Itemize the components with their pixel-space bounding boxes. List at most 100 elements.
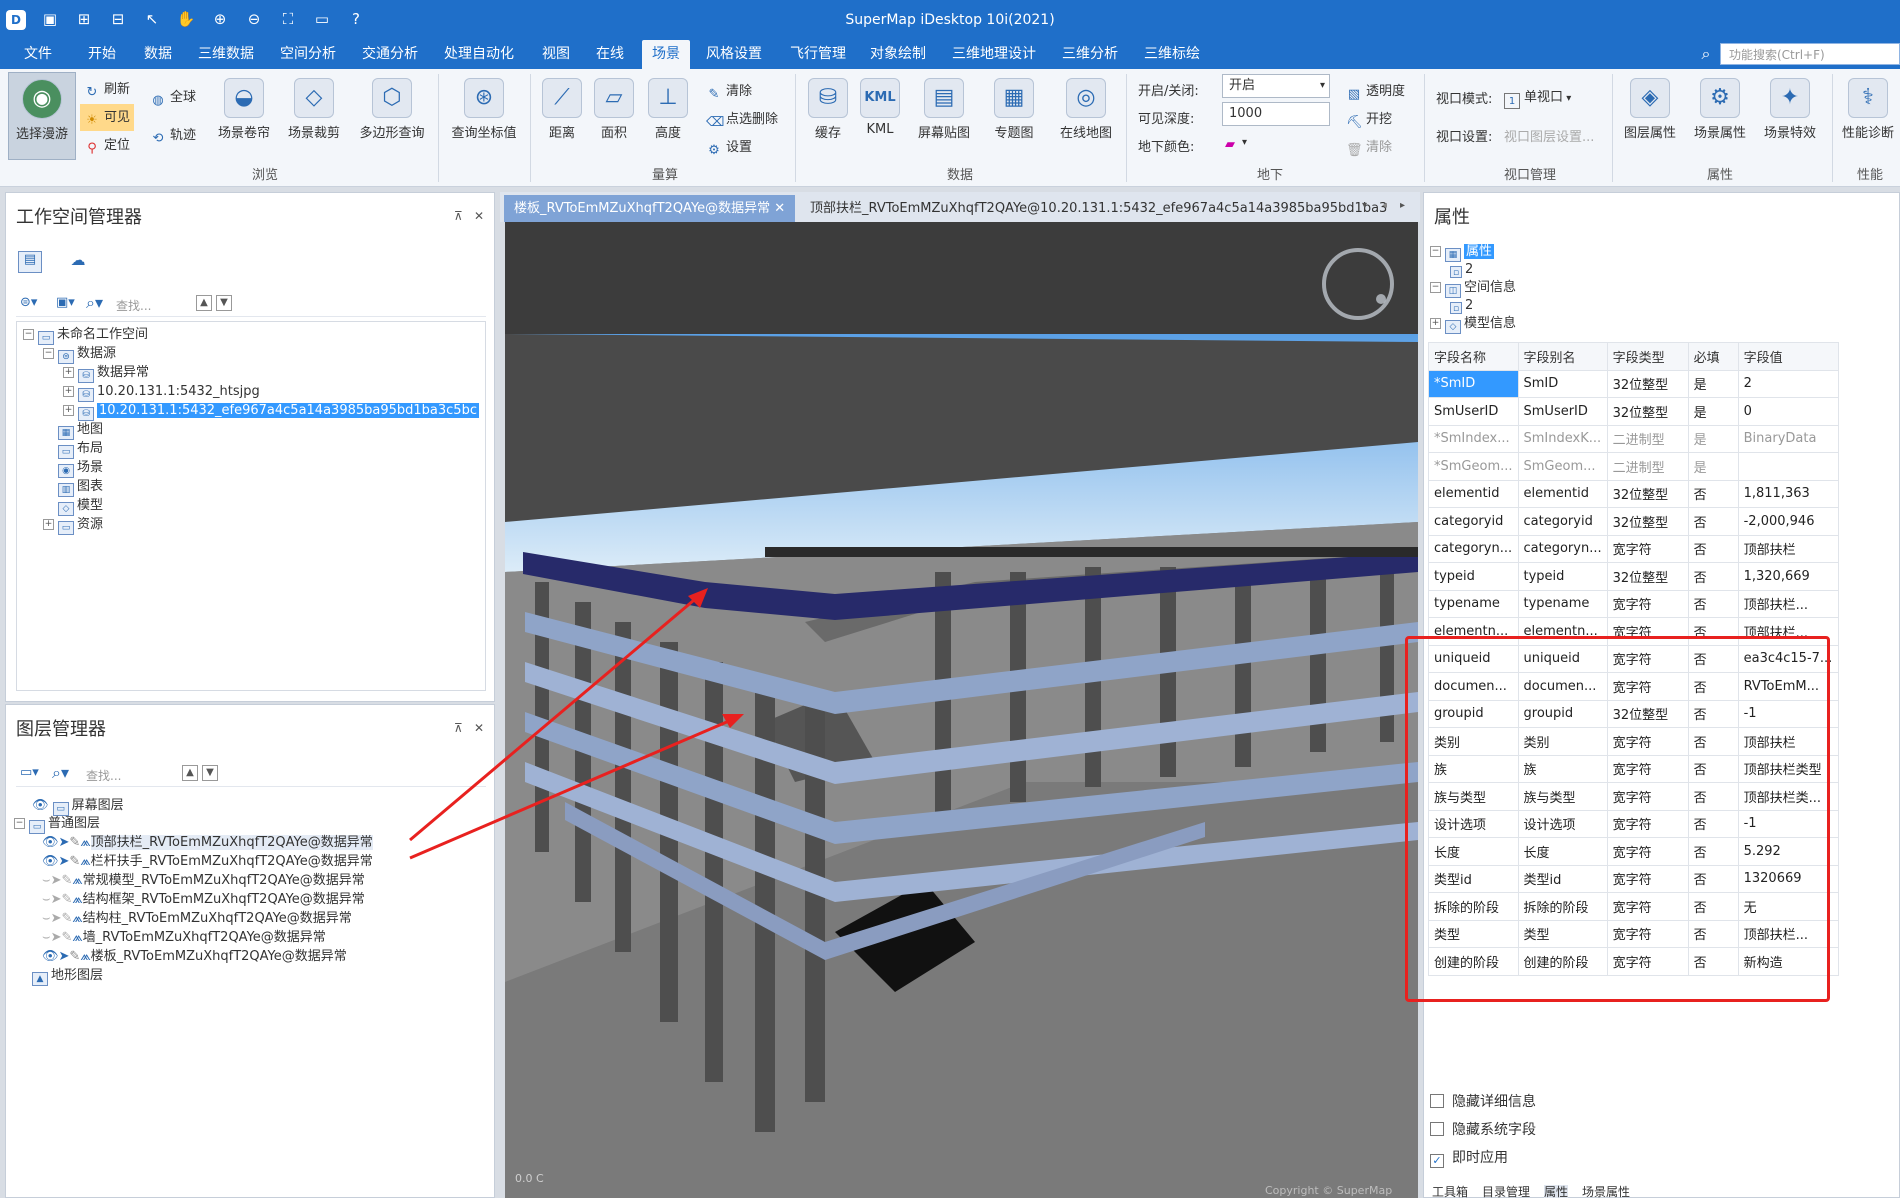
cell-field-value[interactable]: 顶部扶栏 (1737, 727, 1839, 756)
eye-icon[interactable]: 👁 (32, 798, 49, 813)
table-row[interactable]: 类型id 类型id 宽字符否 1320669 (1428, 864, 1839, 893)
checkbox-icon[interactable] (1430, 1094, 1444, 1108)
tab-prev-icon[interactable]: ◂ (1382, 200, 1387, 211)
close-icon[interactable]: ✕ (774, 201, 785, 216)
table-row[interactable]: 族与类型 族与类型 宽字符否顶部扶栏类... (1428, 782, 1839, 811)
col-field-name[interactable]: 字段名称 (1428, 342, 1519, 371)
layer-handrail[interactable]: 👁➤✎⩕栏杆扶手_RVToEmMZuXhqfT2QAYe@数据异常 (42, 853, 373, 871)
tree-maps[interactable]: ▦ 地图 (43, 421, 103, 440)
measure-clear-button[interactable]: ✎ 清除 (706, 80, 752, 103)
tree-scenes[interactable]: ◉ 场景 (43, 459, 103, 478)
add-layer-icon[interactable]: ▭▾ (20, 765, 39, 780)
menu-3d-plotting[interactable]: 三维标绘 (1140, 40, 1204, 69)
visible-button[interactable]: ☀ 可见 (80, 104, 135, 131)
pin-icon[interactable]: ⊼ (454, 209, 463, 223)
function-search-input[interactable]: 功能搜索(Ctrl+F) (1720, 43, 1900, 65)
full-extent-icon[interactable]: ⛶ (276, 8, 300, 30)
menu-online[interactable]: 在线 (592, 40, 628, 69)
layer-terrain[interactable]: ▲ 地形图层 (32, 967, 103, 986)
cell-field-value[interactable]: 5.292 (1737, 837, 1839, 866)
search-up-icon[interactable]: ▲ (196, 295, 212, 311)
collapse-icon[interactable]: − (1430, 246, 1441, 257)
scene-properties-button[interactable]: ⚙ 场景属性 (1688, 78, 1752, 141)
point-delete-button[interactable]: ⌫ 点选删除 (706, 108, 778, 131)
viewport-layer-settings[interactable]: 视口图层设置... (1504, 126, 1594, 145)
editable-icon[interactable]: ✎ (61, 930, 72, 945)
menu-view[interactable]: 视图 (538, 40, 574, 69)
expand-icon[interactable]: + (63, 367, 74, 378)
tree-models[interactable]: ◇ 模型 (43, 497, 103, 516)
open-folder-icon[interactable]: ▭ (310, 8, 334, 30)
cloud-workspace-icon[interactable]: ☁ (66, 251, 90, 273)
selectable-icon[interactable]: ➤ (51, 892, 62, 907)
search-up-icon[interactable]: ▲ (182, 765, 198, 781)
table-row[interactable]: 长度 长度 宽字符否 5.292 (1428, 837, 1839, 866)
table-row[interactable]: categoryid categoryid 32位整型否 -2,000,946 (1428, 507, 1839, 536)
cell-field-value[interactable]: 顶部扶栏... (1737, 589, 1839, 618)
prop-tree-attributes[interactable]: − ▦ 属性 (1430, 243, 1495, 262)
table-row[interactable]: *SmID SmID 32位整型是 2 (1428, 369, 1839, 398)
expand-icon[interactable]: + (63, 386, 74, 397)
cell-field-value[interactable]: 1320669 (1737, 864, 1839, 893)
eye-icon[interactable]: 👁 (42, 835, 59, 850)
collapse-icon[interactable]: − (43, 348, 54, 359)
table-row[interactable]: 族族宽字符否顶部扶栏类型 (1428, 754, 1839, 783)
zoom-out-icon[interactable]: ⊖ (242, 8, 266, 30)
search-icon[interactable]: ⌕▾ (86, 293, 103, 313)
query-coord-button[interactable]: ⊛ 查询坐标值 (446, 78, 522, 141)
menu-start[interactable]: 开始 (84, 40, 120, 69)
checkbox-checked-icon[interactable]: ✓ (1430, 1154, 1444, 1168)
col-field-value[interactable]: 字段值 (1737, 342, 1839, 371)
menu-style-settings[interactable]: 风格设置 (702, 40, 766, 69)
menu-scene[interactable]: 场景 (642, 40, 690, 69)
layer-floor[interactable]: 👁➤✎⩕楼板_RVToEmMZuXhqfT2QAYe@数据异常 (42, 948, 347, 966)
cell-field-value[interactable]: 1,320,669 (1737, 562, 1839, 591)
collapse-icon[interactable]: − (23, 329, 34, 340)
scene-viewport[interactable]: 0.0 C Copyright © SuperMap (505, 222, 1418, 1198)
close-icon[interactable]: ✕ (474, 721, 484, 735)
menu-file[interactable]: 文件 (20, 40, 56, 69)
selectable-icon[interactable]: ➤ (59, 949, 70, 964)
pointer-icon[interactable]: ↖ (140, 8, 164, 30)
collapse-icon[interactable]: − (1430, 282, 1441, 293)
polygon-query-button[interactable]: ⬡ 多边形查询 (352, 78, 432, 141)
cell-field-value[interactable]: 1,811,363 (1737, 479, 1839, 508)
menu-data[interactable]: 数据 (140, 40, 176, 69)
tab-floor-scene[interactable]: 楼板_RVToEmMZuXhqfT2QAYe@数据异常 ✕ (504, 195, 796, 222)
online-map-button[interactable]: ◎ 在线地图 (1054, 78, 1118, 141)
checkbox-icon[interactable] (1430, 1122, 1444, 1136)
editable-icon[interactable]: ✎ (61, 911, 72, 926)
layer-search-input[interactable]: 查找... (86, 767, 121, 784)
col-field-alias[interactable]: 字段别名 (1517, 342, 1608, 371)
scene-curtain-button[interactable]: ◒ 场景卷帘 (212, 78, 276, 141)
table-row[interactable]: typename typename 宽字符否顶部扶栏... (1428, 589, 1839, 618)
cell-field-value[interactable]: 顶部扶栏类... (1737, 782, 1839, 811)
table-row[interactable]: typeid typeid 32位整型否 1,320,669 (1428, 562, 1839, 591)
expand-icon[interactable]: + (43, 519, 54, 530)
layer-structural-frame[interactable]: ⌣➤✎⩕结构框架_RVToEmMZuXhqfT2QAYe@数据异常 (42, 891, 365, 909)
search-down-icon[interactable]: ▼ (216, 295, 232, 311)
layer-normal-group[interactable]: − ▭ 普通图层 (14, 815, 100, 834)
tree-workspace-root[interactable]: − ▭ 未命名工作空间 (23, 326, 148, 345)
scene-clip-button[interactable]: ◇ 场景裁剪 (282, 78, 346, 141)
menu-3d-analysis[interactable]: 三维分析 (1058, 40, 1122, 69)
cell-field-value[interactable]: BinaryData (1737, 424, 1839, 453)
option-checkbox-2[interactable]: ✓ 即时应用 (1430, 1147, 1508, 1168)
editable-icon[interactable]: ✎ (61, 892, 72, 907)
prop-tree-attr-record[interactable]: ▫ 2 (1450, 261, 1473, 279)
table-row[interactable]: 类型 类型 宽字符否顶部扶栏... (1428, 919, 1839, 948)
cell-field-value[interactable]: 顶部扶栏... (1737, 919, 1839, 948)
prop-tree-spatial-record[interactable]: ▫ 2 (1450, 297, 1473, 315)
cell-field-value[interactable] (1737, 452, 1839, 481)
selectable-icon[interactable]: ➤ (59, 854, 70, 869)
transparency-button[interactable]: ▧ 透明度 (1346, 80, 1405, 103)
excavate-button[interactable]: ⛏ 开挖 (1346, 108, 1392, 131)
measure-settings-button[interactable]: ⚙ 设置 (706, 136, 752, 159)
eye-hidden-icon[interactable]: ⌣ (42, 892, 51, 907)
expand-icon[interactable]: + (63, 405, 74, 416)
option-checkbox-1[interactable]: 隐藏系统字段 (1430, 1119, 1536, 1139)
prop-tree-model-info[interactable]: + ◇ 模型信息 (1430, 315, 1516, 334)
search-icon[interactable]: ⌕▾ (52, 763, 69, 783)
cell-field-value[interactable]: 顶部扶栏类型 (1737, 754, 1839, 783)
editable-icon[interactable]: ✎ (69, 949, 80, 964)
